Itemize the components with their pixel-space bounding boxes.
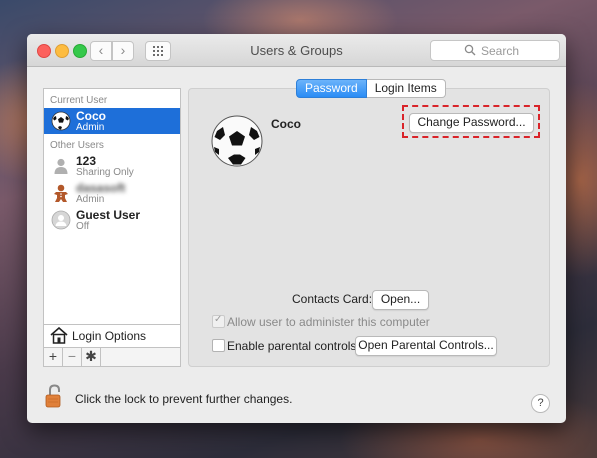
tab-bar: Password Login Items (296, 79, 446, 98)
users-groups-window: ‹ › Users & Groups Search Current User C… (27, 34, 566, 423)
user-list-toolbar: + − ✱ (43, 347, 181, 367)
checkmark-icon: ✓ (214, 314, 223, 325)
person-icon (54, 158, 68, 174)
selected-user-name: Coco (271, 117, 301, 131)
user-item-blurred[interactable]: dasasoft Admin (44, 180, 180, 206)
user-name: Guest User (76, 208, 141, 222)
login-options-item[interactable]: Login Options (43, 324, 181, 347)
user-name: dasasoft (76, 181, 126, 195)
guest-user-icon (51, 210, 71, 230)
add-user-button[interactable]: + (44, 348, 63, 366)
user-picture[interactable] (210, 114, 264, 168)
soccer-ball-icon (51, 111, 71, 131)
parental-controls-checkbox[interactable] (212, 339, 225, 352)
title-bar: ‹ › Users & Groups Search (27, 34, 566, 67)
lock-icon[interactable] (44, 383, 64, 409)
login-options-label: Login Options (72, 329, 147, 343)
change-password-button[interactable]: Change Password... (409, 113, 534, 133)
user-name: Coco (76, 109, 106, 123)
remove-user-button[interactable]: − (63, 348, 82, 366)
allow-admin-checkbox[interactable]: ✓ (212, 314, 225, 328)
user-item-guest[interactable]: Guest User Off (44, 207, 180, 233)
user-item-123[interactable]: 123 Sharing Only (44, 153, 180, 179)
search-input[interactable]: Search (430, 40, 560, 61)
action-menu-button[interactable]: ✱ (82, 348, 101, 366)
tab-password[interactable]: Password (296, 79, 367, 98)
user-item-coco[interactable]: Coco Admin (44, 108, 180, 134)
contacts-open-button[interactable]: Open... (372, 290, 429, 310)
gingerbread-icon (54, 184, 68, 202)
search-placeholder: Search (481, 44, 520, 58)
parental-controls-label: Enable parental controls (227, 339, 357, 353)
contacts-card-label: Contacts Card: (292, 292, 373, 306)
allow-admin-label: Allow user to administer this computer (227, 315, 430, 329)
open-parental-controls-button[interactable]: Open Parental Controls... (355, 336, 497, 356)
current-user-header: Current User (50, 95, 108, 106)
user-role: Admin (76, 194, 105, 205)
tab-login-items[interactable]: Login Items (366, 79, 446, 98)
user-role: Sharing Only (76, 167, 134, 178)
user-name: 123 (76, 154, 97, 168)
lock-message: Click the lock to prevent further change… (75, 392, 293, 406)
search-icon (464, 44, 476, 56)
help-button[interactable]: ? (531, 394, 550, 413)
other-users-header: Other Users (50, 140, 104, 151)
house-icon (50, 327, 68, 344)
user-role: Admin (76, 122, 105, 133)
gear-icon: ✱ (85, 348, 97, 364)
user-role: Off (76, 221, 90, 232)
